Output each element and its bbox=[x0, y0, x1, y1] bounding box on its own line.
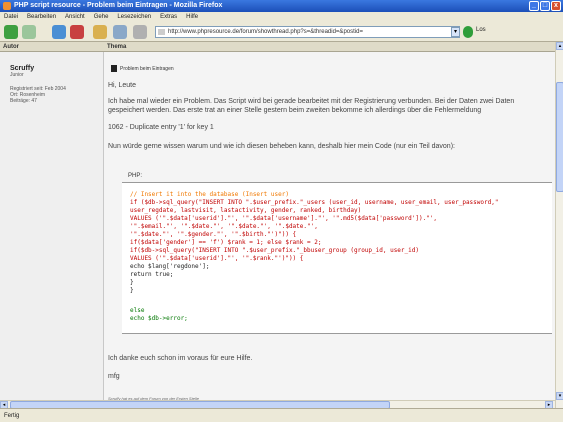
horizontal-scrollbar[interactable]: ◂ ▸ bbox=[0, 400, 555, 409]
post-icon bbox=[111, 65, 117, 72]
address-dropdown[interactable]: ▾ bbox=[451, 27, 460, 37]
save-icon[interactable] bbox=[133, 25, 147, 39]
address-bar[interactable]: http://www.phpresource.de/forum/showthre… bbox=[155, 26, 460, 38]
author-panel: Scruffy Junior Registriert seit: Feb 200… bbox=[0, 52, 104, 408]
address-url: http://www.phpresource.de/forum/showthre… bbox=[168, 29, 363, 35]
status-bar: Fertig bbox=[0, 408, 563, 422]
page-favicon bbox=[158, 29, 165, 35]
menu-tools[interactable]: Extras bbox=[160, 12, 177, 22]
code-line: else bbox=[130, 307, 145, 314]
post-question: Nun würde gerne wissen warum und wie ich… bbox=[108, 143, 455, 150]
code-line: echo $db->error; bbox=[130, 315, 188, 322]
code-line: } bbox=[130, 287, 134, 294]
go-label[interactable]: Los bbox=[476, 27, 486, 33]
post-closing: mfg bbox=[108, 373, 120, 380]
author-name[interactable]: Scruffy bbox=[10, 65, 34, 72]
code-line: user_regdate, lastvisit, lastactivity, g… bbox=[130, 207, 362, 214]
navigation-toolbar: http://www.phpresource.de/forum/showthre… bbox=[0, 22, 563, 42]
window-titlebar: PHP script resource - Problem beim Eintr… bbox=[0, 0, 563, 12]
column-header-topic: Thema bbox=[104, 42, 555, 52]
vertical-scrollbar[interactable]: ▴ ▾ bbox=[555, 42, 563, 408]
code-line: if($db->sql_query("INSERT INTO ".$user_p… bbox=[130, 247, 419, 254]
menu-bookmarks[interactable]: Lesezeichen bbox=[117, 12, 151, 22]
window-title: PHP script resource - Problem beim Eintr… bbox=[14, 2, 223, 9]
print-icon[interactable] bbox=[113, 25, 127, 39]
menu-bar: Datei Bearbeiten Ansicht Gehe Lesezeiche… bbox=[0, 12, 563, 22]
menu-help[interactable]: Hilfe bbox=[186, 12, 198, 22]
code-line: if($data['gender'] == 'f') $rank = 1; el… bbox=[130, 239, 322, 246]
status-text: Fertig bbox=[4, 413, 20, 419]
author-posts: Beiträge: 47 bbox=[10, 98, 37, 104]
code-block: // Insert it into the database (Insert u… bbox=[122, 182, 552, 334]
author-rank: Junior bbox=[10, 72, 24, 78]
forward-icon[interactable] bbox=[22, 25, 36, 39]
stop-icon[interactable] bbox=[70, 25, 84, 39]
code-line: echo $lang['regdone']; bbox=[130, 263, 210, 270]
post-text-line2: gespeichert werden. Das erste trat an ei… bbox=[108, 107, 482, 114]
menu-edit[interactable]: Bearbeiten bbox=[27, 12, 56, 22]
post-panel: Problem beim Eintragen Hi, Leute Ich hab… bbox=[104, 52, 555, 408]
code-line: VALUES ('".$data['userid']."', '".$rank.… bbox=[130, 255, 304, 262]
column-header-author: Autor bbox=[0, 42, 104, 52]
code-line: if ($db->sql_query("INSERT INTO ".$user_… bbox=[130, 199, 499, 206]
maximize-button[interactable]: □ bbox=[540, 1, 550, 11]
page-content: Autor Thema Scruffy Junior Registriert s… bbox=[0, 42, 563, 408]
code-line: // Insert it into the database (Insert u… bbox=[130, 191, 289, 198]
scroll-up-icon[interactable]: ▴ bbox=[556, 42, 563, 50]
scroll-down-icon[interactable]: ▾ bbox=[556, 392, 563, 400]
post-greeting: Hi, Leute bbox=[108, 82, 137, 89]
home-icon[interactable] bbox=[93, 25, 107, 39]
menu-go[interactable]: Gehe bbox=[94, 12, 109, 22]
close-button[interactable]: x bbox=[551, 1, 561, 11]
post-subject: Problem beim Eintragen bbox=[120, 66, 174, 72]
post-error: 1062 - Duplicate entry '1' for key 1 bbox=[108, 124, 214, 131]
minimize-button[interactable]: _ bbox=[529, 1, 539, 11]
menu-file[interactable]: Datei bbox=[4, 12, 18, 22]
menu-view[interactable]: Ansicht bbox=[65, 12, 85, 22]
code-line: } bbox=[130, 279, 134, 286]
reload-icon[interactable] bbox=[52, 25, 66, 39]
code-line: VALUES ('".$data['userid']."', '".$data[… bbox=[130, 215, 438, 222]
code-header: PHP: bbox=[128, 173, 143, 179]
code-line: '".$date."', '".$gender."', '".$birth."'… bbox=[130, 231, 297, 238]
post-text-line1: Ich habe mal wieder ein Problem. Das Scr… bbox=[108, 98, 515, 105]
go-icon[interactable] bbox=[463, 26, 473, 38]
code-line: return true; bbox=[130, 271, 174, 278]
code-line: '".$email."', '".$date."', '".$date."', … bbox=[130, 223, 318, 230]
back-icon[interactable] bbox=[4, 25, 18, 39]
firefox-icon bbox=[3, 2, 11, 10]
scroll-thumb[interactable] bbox=[556, 82, 563, 192]
post-thanks: Ich danke euch schon im voraus für eure … bbox=[108, 355, 253, 362]
